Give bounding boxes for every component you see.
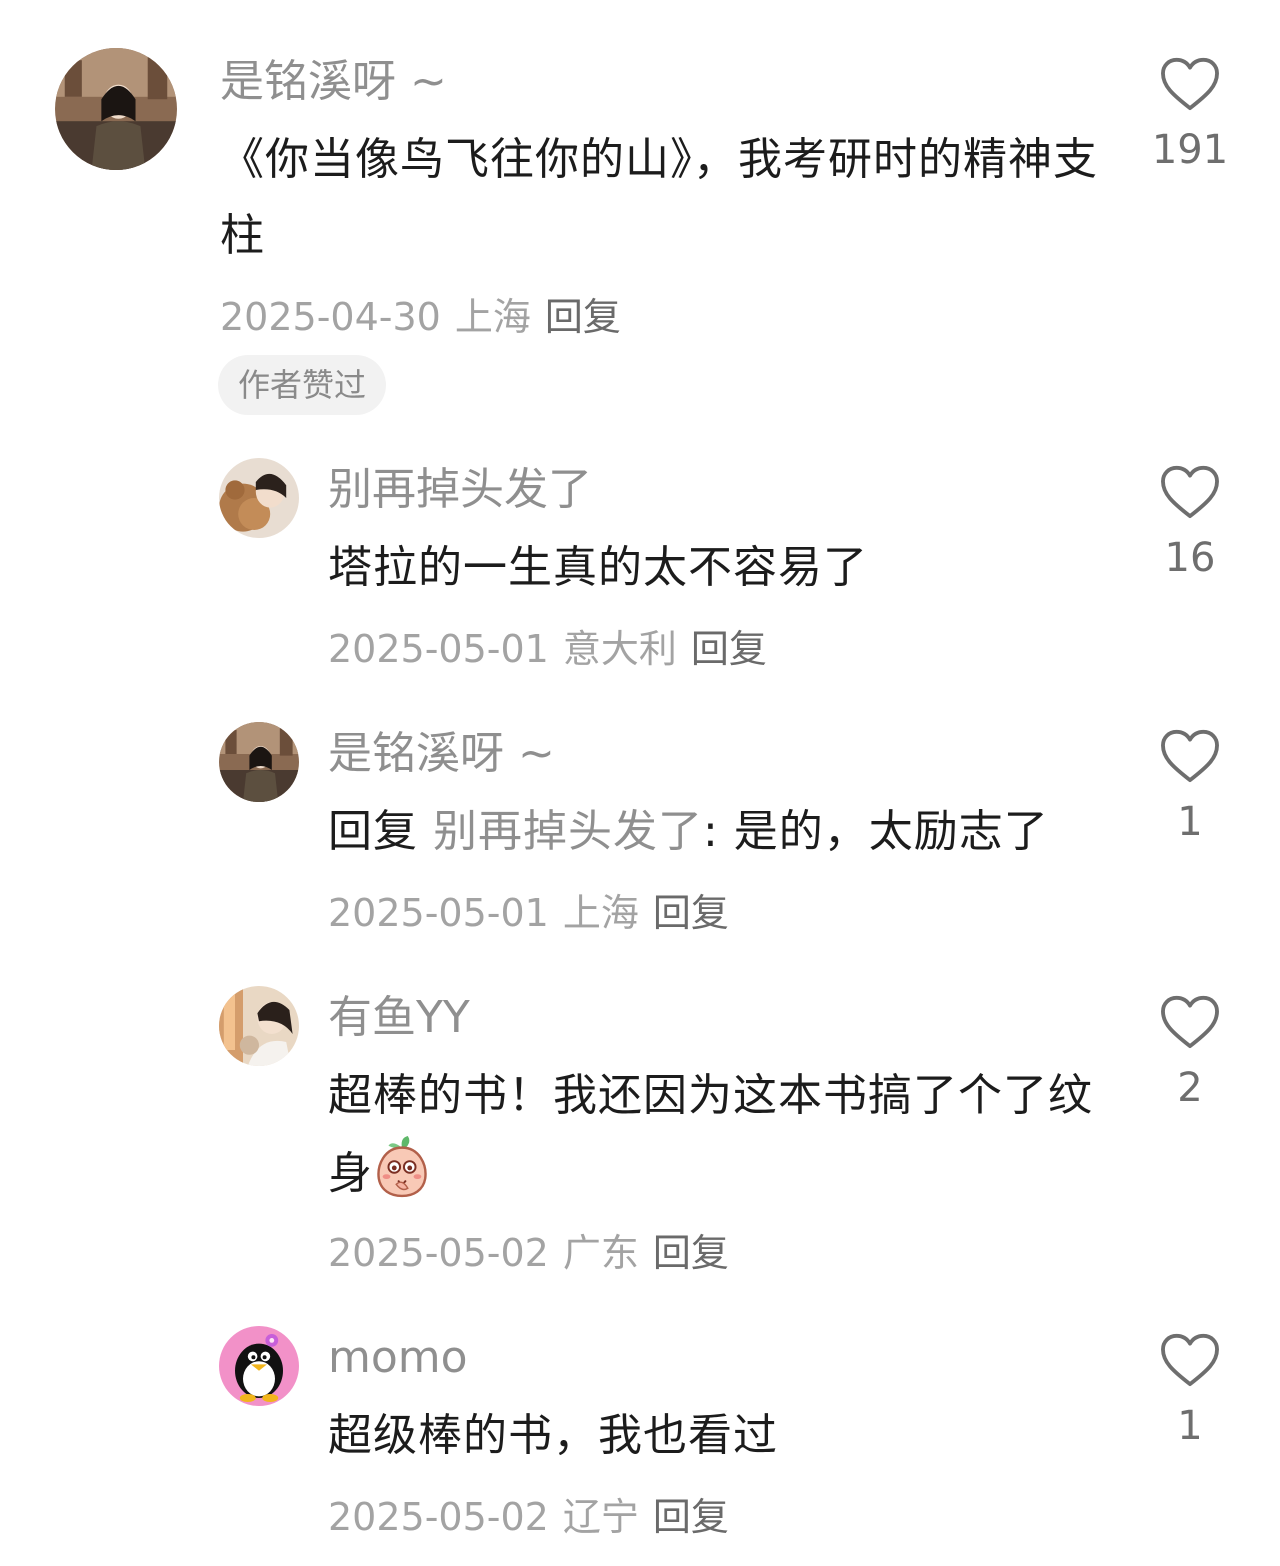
username[interactable]: 是铭溪呀 ~ bbox=[220, 54, 447, 110]
comment-date: 2025-04-30 bbox=[220, 295, 441, 339]
reply-item: 有鱼YY 超棒的书！我还因为这本书搞了个了纹身 2025-05-02 广东回复 bbox=[0, 970, 1280, 1300]
avatar[interactable] bbox=[219, 458, 299, 538]
reply-text: : 是的，太励志了 bbox=[703, 806, 1049, 857]
reply-button[interactable]: 回复 bbox=[545, 295, 621, 339]
comment-meta: 2025-05-01 上海 回复 bbox=[328, 888, 729, 938]
like-button[interactable]: 1 bbox=[1150, 728, 1230, 850]
avatar[interactable] bbox=[55, 48, 177, 170]
comment-text: 塔拉的一生真的太不容易了 bbox=[328, 542, 868, 593]
like-button[interactable]: 16 bbox=[1150, 464, 1230, 586]
username[interactable]: 有鱼YY bbox=[328, 990, 470, 1046]
avatar-photo-icon bbox=[219, 986, 299, 1066]
comment-item: 是铭溪呀 ~ 《你当像鸟飞往你的山》，我考研时的精神支柱 2025-04-30 上… bbox=[0, 0, 1280, 430]
like-button[interactable]: 1 bbox=[1150, 1332, 1230, 1454]
like-button[interactable]: 191 bbox=[1150, 56, 1230, 178]
comment-text: 超级棒的书，我也看过 bbox=[328, 1410, 778, 1461]
username[interactable]: 是铭溪呀 ~ bbox=[328, 726, 555, 782]
heart-icon bbox=[1161, 57, 1219, 111]
comment-text: 回复 别再掉头发了: 是的，太励志了 bbox=[328, 794, 1128, 870]
comment-text: 超棒的书！我还因为这本书搞了个了纹身 bbox=[328, 1058, 1118, 1212]
avatar-photo-icon bbox=[219, 458, 299, 538]
comment-meta: 2025-04-30 上海 回复 bbox=[220, 292, 621, 342]
comment-date: 2025-05-01 bbox=[328, 891, 549, 935]
heart-icon bbox=[1161, 995, 1219, 1049]
comment-meta: 2025-05-02 广东 回复 bbox=[328, 1228, 729, 1278]
username[interactable]: momo bbox=[328, 1330, 468, 1386]
reply-prefix: 回复 bbox=[328, 806, 418, 857]
comment-date: 2025-05-02 bbox=[328, 1495, 549, 1539]
comment-location: 意大利 bbox=[562, 627, 677, 671]
like-count: 16 bbox=[1164, 535, 1216, 581]
reply-item: 是铭溪呀 ~ 回复 别再掉头发了: 是的，太励志了 2025-05-01 上海 回复… bbox=[0, 704, 1280, 954]
reply-button[interactable]: 回复 bbox=[653, 1495, 729, 1539]
reply-target-username[interactable]: 别再掉头发了 bbox=[433, 806, 703, 857]
reply-button[interactable]: 回复 bbox=[653, 1231, 729, 1275]
like-count: 1 bbox=[1177, 1403, 1203, 1449]
comment-text: 《你当像鸟飞往你的山》，我考研时的精神支柱 bbox=[220, 134, 1098, 261]
reply-item: momo 超级棒的书，我也看过 2025-05-02 辽宁 回复 1 bbox=[0, 1310, 1280, 1566]
like-button[interactable]: 2 bbox=[1150, 994, 1230, 1116]
avatar[interactable] bbox=[219, 722, 299, 802]
comment-date: 2025-05-02 bbox=[328, 1231, 549, 1275]
like-count: 191 bbox=[1151, 127, 1229, 173]
avatar[interactable] bbox=[219, 1326, 299, 1406]
comment-meta: 2025-05-01 意大利 回复 bbox=[328, 624, 767, 674]
username[interactable]: 别再掉头发了 bbox=[328, 462, 592, 518]
comment-location: 辽宁 bbox=[562, 1495, 639, 1539]
reply-button[interactable]: 回复 bbox=[691, 627, 767, 671]
comment-location: 广东 bbox=[562, 1231, 639, 1275]
heart-icon bbox=[1161, 465, 1219, 519]
comment-location: 上海 bbox=[562, 891, 639, 935]
comment-date: 2025-05-01 bbox=[328, 627, 549, 671]
avatar[interactable] bbox=[219, 986, 299, 1066]
reply-button[interactable]: 回复 bbox=[653, 891, 729, 935]
heart-icon bbox=[1161, 1333, 1219, 1387]
avatar-photo-icon bbox=[55, 48, 177, 170]
comment-text-content: 超棒的书！我还因为这本书搞了个了纹身 bbox=[328, 1070, 1093, 1199]
comment-list: 是铭溪呀 ~ 《你当像鸟飞往你的山》，我考研时的精神支柱 2025-04-30 上… bbox=[0, 0, 1280, 1566]
like-count: 1 bbox=[1177, 799, 1203, 845]
like-count: 2 bbox=[1177, 1065, 1203, 1111]
comment-location: 上海 bbox=[454, 295, 531, 339]
avatar-photo-icon bbox=[219, 722, 299, 802]
heart-icon bbox=[1161, 729, 1219, 783]
author-liked-badge: 作者赞过 bbox=[218, 355, 387, 415]
comment-meta: 2025-05-02 辽宁 回复 bbox=[328, 1492, 729, 1542]
reply-item: 别再掉头发了 塔拉的一生真的太不容易了 2025-05-01 意大利 回复 16 bbox=[0, 440, 1280, 690]
peach-emoji-icon bbox=[377, 1136, 427, 1198]
penguin-avatar-icon bbox=[219, 1326, 299, 1406]
